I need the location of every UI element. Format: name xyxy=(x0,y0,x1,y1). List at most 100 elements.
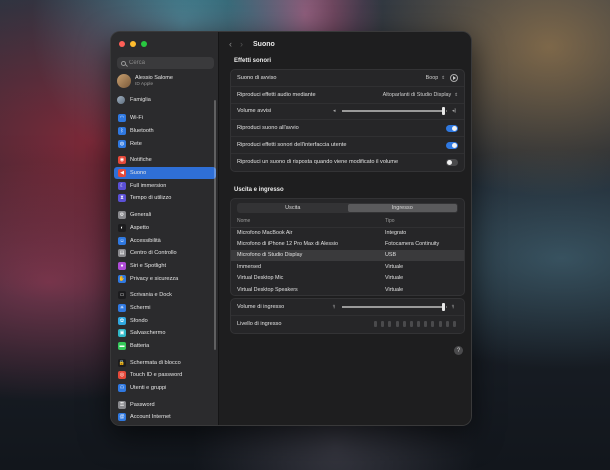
sidebar-item-siri-e-spotlight[interactable]: ● Siri e Spotlight xyxy=(114,260,216,273)
moon-icon: ☾ xyxy=(118,181,126,190)
device-row[interactable]: Virtual Desktop Speakers Virtuale xyxy=(231,284,464,295)
play-icon[interactable] xyxy=(450,73,458,82)
key-icon: ⚿ xyxy=(118,400,126,409)
battery-icon: ▬ xyxy=(118,342,126,351)
device-type: USB xyxy=(379,249,464,262)
input-level-meter xyxy=(373,321,456,328)
alert-sound-row: Suono di avviso Boop ⇕ xyxy=(231,70,464,87)
io-segmented-control: Uscita Ingresso xyxy=(237,203,458,213)
sidebar-item-salvaschermo[interactable]: ▣ Salvaschermo xyxy=(114,327,216,340)
sidebar-item-suono[interactable]: ◀ Suono xyxy=(114,166,216,180)
device-row[interactable]: Microfono di Studio Display USB xyxy=(231,249,464,262)
device-row[interactable]: Microfono di iPhone 12 Pro Max di Alessi… xyxy=(231,238,464,249)
sidebar-item-label: Centro di Controllo xyxy=(130,250,177,257)
volume-feedback-toggle[interactable] xyxy=(446,158,458,166)
io-group: Uscita Ingresso Nome Tipo Microfono MacB… xyxy=(230,198,465,297)
tab-input[interactable]: Ingresso xyxy=(347,204,457,212)
chevron-updown-icon: ⇕ xyxy=(454,91,458,97)
account-item[interactable]: Alessio Salome ID Apple xyxy=(117,74,173,88)
sidebar-item-touch-id-e-password[interactable]: ◎ Touch ID e password xyxy=(114,369,216,382)
sidebar-item-scrivania-e-dock[interactable]: ▭ Scrivania e Dock xyxy=(114,289,216,302)
sidebar-item-rete[interactable]: ◍ Rete xyxy=(114,137,216,150)
sidebar-item-label: Sfondo xyxy=(130,317,148,324)
tab-output[interactable]: Uscita xyxy=(238,204,348,212)
sidebar-item-label: Siri e Spotlight xyxy=(130,262,167,269)
device-name: Microfono di iPhone 12 Pro Max di Alessi… xyxy=(237,241,338,248)
sidebar-item-utenti-e-gruppi[interactable]: ⚇ Utenti e gruppi xyxy=(114,382,216,395)
sidebar-item-bluetooth[interactable]: ᛒ Bluetooth xyxy=(114,125,216,138)
family-item[interactable]: Famiglia xyxy=(117,96,151,104)
hand-icon: ✋ xyxy=(118,274,126,283)
device-type: Virtuale xyxy=(385,263,404,270)
sidebar-item-account-internet[interactable]: @ Account Internet xyxy=(114,411,216,424)
play-effects-select[interactable]: Altoparlanti di Studio Display xyxy=(383,92,452,98)
sidebar-item-label: Suono xyxy=(130,170,147,177)
sidebar-item-batteria[interactable]: ▬ Batteria xyxy=(114,340,216,353)
play-effects-label: Riproduci effetti audio mediante xyxy=(237,91,316,98)
forward-button[interactable]: › xyxy=(240,39,243,49)
alert-volume-row: Volume avvisi ◂ ◂) xyxy=(231,104,464,121)
device-row[interactable]: Microfono MacBook Air Integrato xyxy=(231,227,464,238)
sidebar-item-notifiche[interactable]: ◉ Notifiche xyxy=(114,154,216,167)
slider-thumb[interactable] xyxy=(442,302,446,311)
io-section-title: Uscita e ingresso xyxy=(234,187,284,193)
mic-low-icon: ⫯ xyxy=(333,303,336,310)
startup-sound-toggle[interactable] xyxy=(446,124,458,132)
sidebar-item-tempo-di-utilizzo[interactable]: ⧗ Tempo di utilizzo xyxy=(114,192,216,205)
alert-sound-label: Suono di avviso xyxy=(237,74,277,81)
sidebar-item-schermi[interactable]: ☀ Schermi xyxy=(114,302,216,315)
accessibility-icon: ☺ xyxy=(118,236,126,245)
sidebar-item-privacy-e-sicurezza[interactable]: ✋ Privacy e sicurezza xyxy=(114,272,216,285)
minimize-button[interactable] xyxy=(130,41,136,47)
sidebar-item-wi-fi[interactable]: ◠ Wi-Fi xyxy=(114,112,216,125)
meter-segment xyxy=(402,321,406,328)
sidebar-item-centro-di-controllo[interactable]: ▤ Centro di Controllo xyxy=(114,247,216,260)
sidebar-item-label: Accessibilità xyxy=(130,237,161,244)
meter-segment xyxy=(373,321,377,328)
input-volume-row: Volume di ingresso ⫯ ⫯ xyxy=(231,299,464,316)
globe-icon: ◍ xyxy=(118,139,126,148)
sidebar-scrollbar[interactable] xyxy=(214,100,216,350)
sidebar-item-label: Scrivania e Dock xyxy=(130,292,172,299)
meter-segment xyxy=(424,321,428,328)
search-input[interactable] xyxy=(129,60,209,66)
back-button[interactable]: ‹ xyxy=(229,39,232,49)
zoom-button[interactable] xyxy=(141,41,147,47)
ui-sounds-toggle[interactable] xyxy=(446,141,458,149)
sidebar-item-password[interactable]: ⚿ Password xyxy=(114,398,216,411)
meter-segment xyxy=(445,321,449,328)
sidebar-item-accessibilit-[interactable]: ☺ Accessibilità xyxy=(114,234,216,247)
alert-sound-select[interactable]: Boop xyxy=(426,75,439,81)
help-button[interactable]: ? xyxy=(454,346,463,355)
device-row[interactable]: Virtual Desktop Mic Virtuale xyxy=(231,273,464,284)
sidebar-item-label: Touch ID e password xyxy=(130,372,183,379)
sidebar-item-label: Account Internet xyxy=(130,414,171,421)
sidebar-item-label: Aspetto xyxy=(130,224,149,231)
chevron-updown-icon: ⇕ xyxy=(441,74,445,80)
sidebar-item-aspetto[interactable]: ◐ Aspetto xyxy=(114,222,216,235)
sidebar-item-label: Full immersion xyxy=(130,182,167,189)
alert-volume-slider[interactable]: ◂ ◂) xyxy=(333,107,458,116)
sidebar-item-label: Utenti e gruppi xyxy=(130,385,167,392)
sidebar-item-label: Salvaschermo xyxy=(130,330,166,337)
input-level-row: Livello di ingresso xyxy=(231,316,464,333)
column-header-name[interactable]: Nome xyxy=(231,216,379,228)
sidebar-item-full-immersion[interactable]: ☾ Full immersion xyxy=(114,179,216,192)
slider-thumb[interactable] xyxy=(442,107,446,116)
column-header-type[interactable]: Tipo xyxy=(379,216,464,228)
meter-segment xyxy=(453,321,456,328)
close-button[interactable] xyxy=(119,41,125,47)
bell-icon: ◉ xyxy=(118,156,126,165)
sidebar-item-schermata-di-blocco[interactable]: 🔒 Schermata di blocco xyxy=(114,356,216,369)
sidebar-item-label: Schermata di blocco xyxy=(130,359,181,366)
sidebar-item-generali[interactable]: ⚙ Generali xyxy=(114,209,216,222)
startup-sound-row: Riproduci suono all'avvio xyxy=(231,120,464,138)
sidebar-item-label: Generali xyxy=(130,212,152,219)
device-row[interactable]: Immersed Virtuale xyxy=(231,261,464,272)
sidebar-item-label: Bluetooth xyxy=(130,128,154,135)
search-field[interactable] xyxy=(117,57,214,69)
input-volume-slider[interactable]: ⫯ ⫯ xyxy=(333,302,458,311)
mic-high-icon: ⫯ xyxy=(452,303,455,310)
dock-icon: ▭ xyxy=(118,291,126,300)
sidebar-item-sfondo[interactable]: ✿ Sfondo xyxy=(114,314,216,327)
